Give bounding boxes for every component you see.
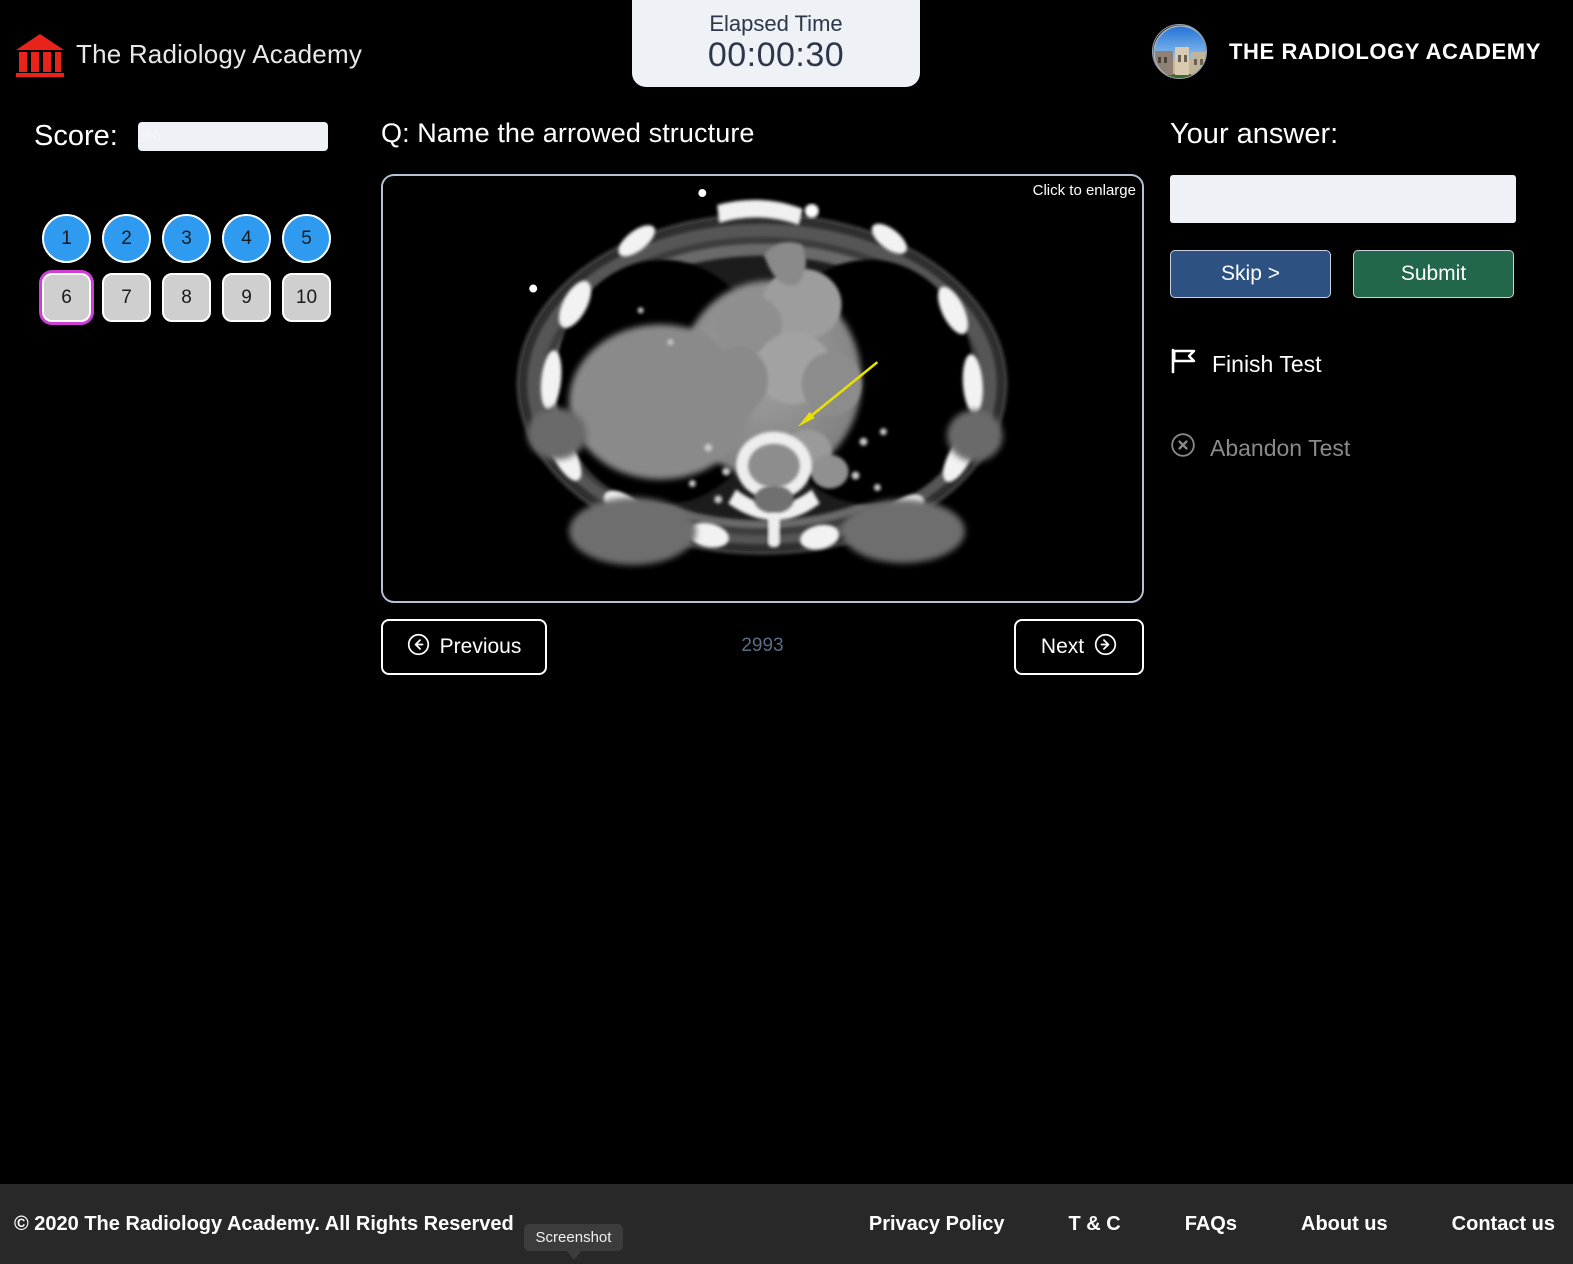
score-value: 0% [137,126,161,146]
academy-building-avatar [1151,24,1207,79]
answer-input[interactable] [1170,175,1516,223]
footer: © 2020 The Radiology Academy. All Rights… [0,1184,1573,1264]
abandon-test-label: Abandon Test [1210,434,1351,461]
abandon-test-button[interactable]: Abandon Test [1170,432,1350,464]
score-row: Score: 0% [34,120,328,153]
timer-value: 00:00:30 [707,36,845,75]
classical-building-icon [14,28,66,80]
brand-right[interactable]: THE RADIOLOGY ACADEMY [1151,24,1541,79]
flag-icon [1170,348,1198,380]
question-button-1[interactable]: 1 [42,214,91,263]
brand-left-label: The Radiology Academy [76,38,363,69]
score-label: Score: [34,120,118,152]
question-button-8[interactable]: 8 [162,273,211,322]
submit-button[interactable]: Submit [1353,250,1514,298]
circle-x-icon [1170,432,1196,464]
screenshot-tooltip: Screenshot [524,1224,623,1260]
footer-link-terms[interactable]: T & C [1069,1213,1121,1236]
next-button-label: Next [1040,635,1085,658]
case-navigation: Previous 2993 Next [381,619,1144,675]
footer-link-privacy-policy[interactable]: Privacy Policy [869,1213,1005,1236]
finish-test-label: Finish Test [1212,350,1322,377]
question-navigator: 1 2 3 4 5 6 7 8 9 10 [42,214,342,332]
case-image-panel[interactable]: Click to enlarge [381,174,1144,603]
copyright-text: © 2020 The Radiology Academy. All Rights… [14,1212,514,1235]
question-button-3[interactable]: 3 [162,214,211,263]
question-button-4[interactable]: 4 [222,214,271,263]
question-button-9[interactable]: 9 [222,273,271,322]
question-button-6[interactable]: 6 [42,273,91,322]
footer-link-contact-us[interactable]: Contact us [1452,1213,1555,1236]
question-button-7[interactable]: 7 [102,273,151,322]
answer-label: Your answer: [1170,118,1339,150]
finish-test-button[interactable]: Finish Test [1170,348,1322,380]
question-button-2[interactable]: 2 [102,214,151,263]
brand-right-label: THE RADIOLOGY ACADEMY [1228,38,1541,64]
footer-link-about-us[interactable]: About us [1301,1213,1388,1236]
question-button-5[interactable]: 5 [282,214,331,263]
question-text: Q: Name the arrowed structure [381,118,755,148]
click-to-enlarge-label: Click to enlarge [1032,182,1136,199]
next-button[interactable]: Next [1014,619,1144,675]
brand-left[interactable]: The Radiology Academy [14,28,362,80]
quiz-page: The Radiology Academy Elapsed Time 00:00… [0,0,1573,1264]
answer-actions: Skip > Submit [1170,250,1514,298]
skip-button[interactable]: Skip > [1170,250,1331,298]
elapsed-timer: Elapsed Time 00:00:30 [632,0,920,87]
footer-link-faqs[interactable]: FAQs [1185,1213,1237,1236]
question-row-bottom: 6 7 8 9 10 [42,273,342,322]
score-field: 0% [137,122,328,151]
question-row-top: 1 2 3 4 5 [42,214,342,263]
question-button-10[interactable]: 10 [282,273,331,322]
timer-label: Elapsed Time [709,10,843,36]
axial-chest-ct-image[interactable] [383,176,1142,601]
footer-links: Privacy Policy T & C FAQs About us Conta… [869,1213,1555,1236]
circle-arrow-right-icon [1094,633,1117,662]
